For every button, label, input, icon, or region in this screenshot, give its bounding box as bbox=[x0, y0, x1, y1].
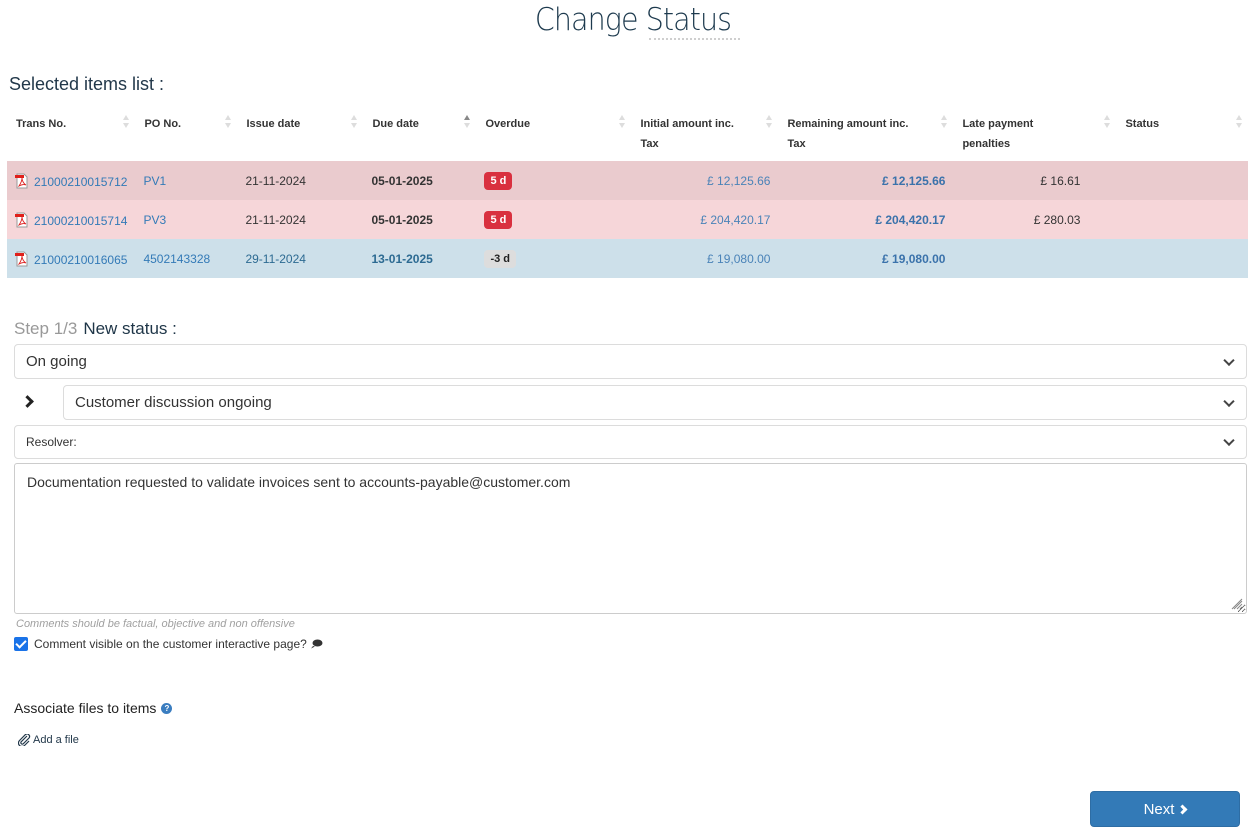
col-label: Status bbox=[1125, 118, 1160, 130]
col-label: Late payment penalties bbox=[962, 118, 1034, 150]
col-trans-no[interactable]: Trans No. bbox=[7, 104, 135, 161]
chevron-down-icon bbox=[1223, 434, 1235, 447]
col-po-no[interactable]: PO No. bbox=[135, 104, 237, 161]
overdue-badge: -3 d bbox=[484, 249, 516, 268]
due-date: 05-01-2025 bbox=[363, 200, 477, 239]
col-label: PO No. bbox=[144, 118, 182, 130]
remaining-amount: £ 204,420.17 bbox=[778, 200, 954, 239]
col-label: Remaining amount inc. Tax bbox=[787, 118, 909, 150]
due-date: 05-01-2025 bbox=[363, 161, 477, 200]
sort-icon[interactable] bbox=[351, 114, 359, 130]
late-penalties bbox=[953, 239, 1117, 278]
table-row: 21000210016065 4502143328 29-11-2024 13-… bbox=[7, 239, 1248, 278]
col-label: Issue date bbox=[246, 118, 301, 130]
col-issue-date[interactable]: Issue date bbox=[237, 104, 363, 161]
chevron-right-icon bbox=[21, 395, 34, 408]
sort-icon[interactable] bbox=[941, 114, 949, 130]
sort-asc-icon[interactable] bbox=[464, 114, 472, 130]
issue-date: 29-11-2024 bbox=[237, 239, 364, 278]
col-status[interactable]: Status bbox=[1116, 104, 1248, 161]
comment-textarea[interactable]: Documentation requested to validate invo… bbox=[14, 463, 1247, 614]
trans-no-cell: 21000210015712 bbox=[7, 161, 136, 200]
po-no-link[interactable]: 4502143328 bbox=[143, 252, 210, 266]
page-title: Change Status bbox=[534, 2, 732, 38]
pdf-icon[interactable] bbox=[15, 173, 29, 189]
late-penalties: £ 280.03 bbox=[953, 200, 1117, 239]
visible-comment-checkbox[interactable] bbox=[14, 637, 28, 651]
selected-items-title: Selected items list : bbox=[9, 74, 165, 94]
chevron-right-icon bbox=[1177, 804, 1188, 814]
associate-files-heading: Associate files to items ? bbox=[14, 700, 173, 716]
resolver-select[interactable]: Resolver: bbox=[14, 425, 1247, 459]
step-indicator: Step 1/3 bbox=[14, 319, 78, 338]
sort-icon[interactable] bbox=[1104, 114, 1112, 130]
sort-icon[interactable] bbox=[123, 114, 131, 130]
initial-amount: £ 19,080.00 bbox=[631, 239, 779, 278]
paperclip-icon bbox=[18, 734, 31, 746]
late-penalties: £ 16.61 bbox=[953, 161, 1117, 200]
trans-no-link[interactable]: 21000210016065 bbox=[34, 253, 127, 267]
status-cell bbox=[1116, 161, 1248, 200]
col-label: Trans No. bbox=[16, 118, 67, 130]
step-heading: Step 1/3 New status : bbox=[14, 318, 177, 340]
next-button-label: Next bbox=[1143, 800, 1175, 818]
pdf-icon[interactable] bbox=[15, 251, 29, 267]
table-row: 21000210015714 PV3 21-11-2024 05-01-2025… bbox=[7, 200, 1248, 239]
initial-amount: £ 204,420.17 bbox=[631, 200, 779, 239]
po-no-link[interactable]: PV1 bbox=[143, 174, 166, 188]
visible-comment-row: Comment visible on the customer interact… bbox=[14, 637, 323, 651]
col-due-date[interactable]: Due date bbox=[363, 104, 476, 161]
trans-no-link[interactable]: 21000210015712 bbox=[34, 175, 127, 189]
initial-amount: £ 12,125.66 bbox=[631, 161, 779, 200]
col-remaining-amount[interactable]: Remaining amount inc. Tax bbox=[778, 104, 953, 161]
pdf-icon[interactable] bbox=[15, 212, 29, 228]
next-button[interactable]: Next bbox=[1090, 791, 1240, 827]
sort-icon[interactable] bbox=[619, 114, 627, 130]
substatus-select-value: Customer discussion ongoing bbox=[75, 394, 272, 411]
resolver-select-value: Resolver: bbox=[26, 435, 77, 449]
trans-no-cell: 21000210015714 bbox=[7, 200, 136, 239]
comment-hint: Comments should be factual, objective an… bbox=[16, 618, 295, 630]
associate-files-label: Associate files to items bbox=[14, 700, 157, 716]
chevron-down-icon bbox=[1223, 395, 1235, 407]
col-late-penalties[interactable]: Late payment penalties bbox=[953, 104, 1116, 161]
overdue-badge: 5 d bbox=[484, 171, 513, 190]
issue-date: 21-11-2024 bbox=[237, 200, 364, 239]
title-underline bbox=[649, 38, 740, 40]
visible-comment-label[interactable]: Comment visible on the customer interact… bbox=[34, 637, 307, 651]
table-row: 21000210015712 PV1 21-11-2024 05-01-2025… bbox=[7, 161, 1248, 200]
trans-no-link[interactable]: 21000210015714 bbox=[34, 214, 127, 228]
comments-icon bbox=[310, 639, 323, 649]
issue-date: 21-11-2024 bbox=[237, 161, 364, 200]
overdue-badge: 5 d bbox=[484, 210, 513, 229]
col-label: Due date bbox=[372, 118, 419, 130]
status-cell bbox=[1116, 200, 1248, 239]
table-header-row: Trans No. PO No. Issue date Due date Ove… bbox=[7, 104, 1248, 161]
status-select-value: On going bbox=[26, 353, 87, 370]
add-file-label: Add a file bbox=[33, 734, 79, 746]
po-no-link[interactable]: PV3 bbox=[143, 213, 166, 227]
add-file-link[interactable]: Add a file bbox=[18, 734, 79, 746]
due-date: 13-01-2025 bbox=[363, 239, 477, 278]
remaining-amount: £ 19,080.00 bbox=[778, 239, 954, 278]
status-cell bbox=[1116, 239, 1248, 278]
status-select[interactable]: On going bbox=[14, 344, 1247, 379]
resize-handle-icon[interactable] bbox=[1231, 598, 1243, 610]
substatus-select[interactable]: Customer discussion ongoing bbox=[63, 385, 1247, 420]
col-label: Initial amount inc. Tax bbox=[640, 118, 734, 150]
chevron-down-icon bbox=[1223, 354, 1235, 366]
sort-icon[interactable] bbox=[225, 114, 233, 130]
sort-icon[interactable] bbox=[1236, 114, 1244, 130]
new-status-label: New status : bbox=[83, 319, 177, 338]
trans-no-cell: 21000210016065 bbox=[7, 239, 136, 278]
col-initial-amount[interactable]: Initial amount inc. Tax bbox=[631, 104, 778, 161]
remaining-amount: £ 12,125.66 bbox=[778, 161, 954, 200]
col-label: Overdue bbox=[485, 118, 531, 130]
selected-items-table: Trans No. PO No. Issue date Due date Ove… bbox=[7, 104, 1248, 278]
sort-icon[interactable] bbox=[766, 114, 774, 130]
col-overdue[interactable]: Overdue bbox=[476, 104, 631, 161]
comment-text: Documentation requested to validate invo… bbox=[27, 474, 571, 490]
question-circle-icon[interactable]: ? bbox=[161, 702, 173, 714]
